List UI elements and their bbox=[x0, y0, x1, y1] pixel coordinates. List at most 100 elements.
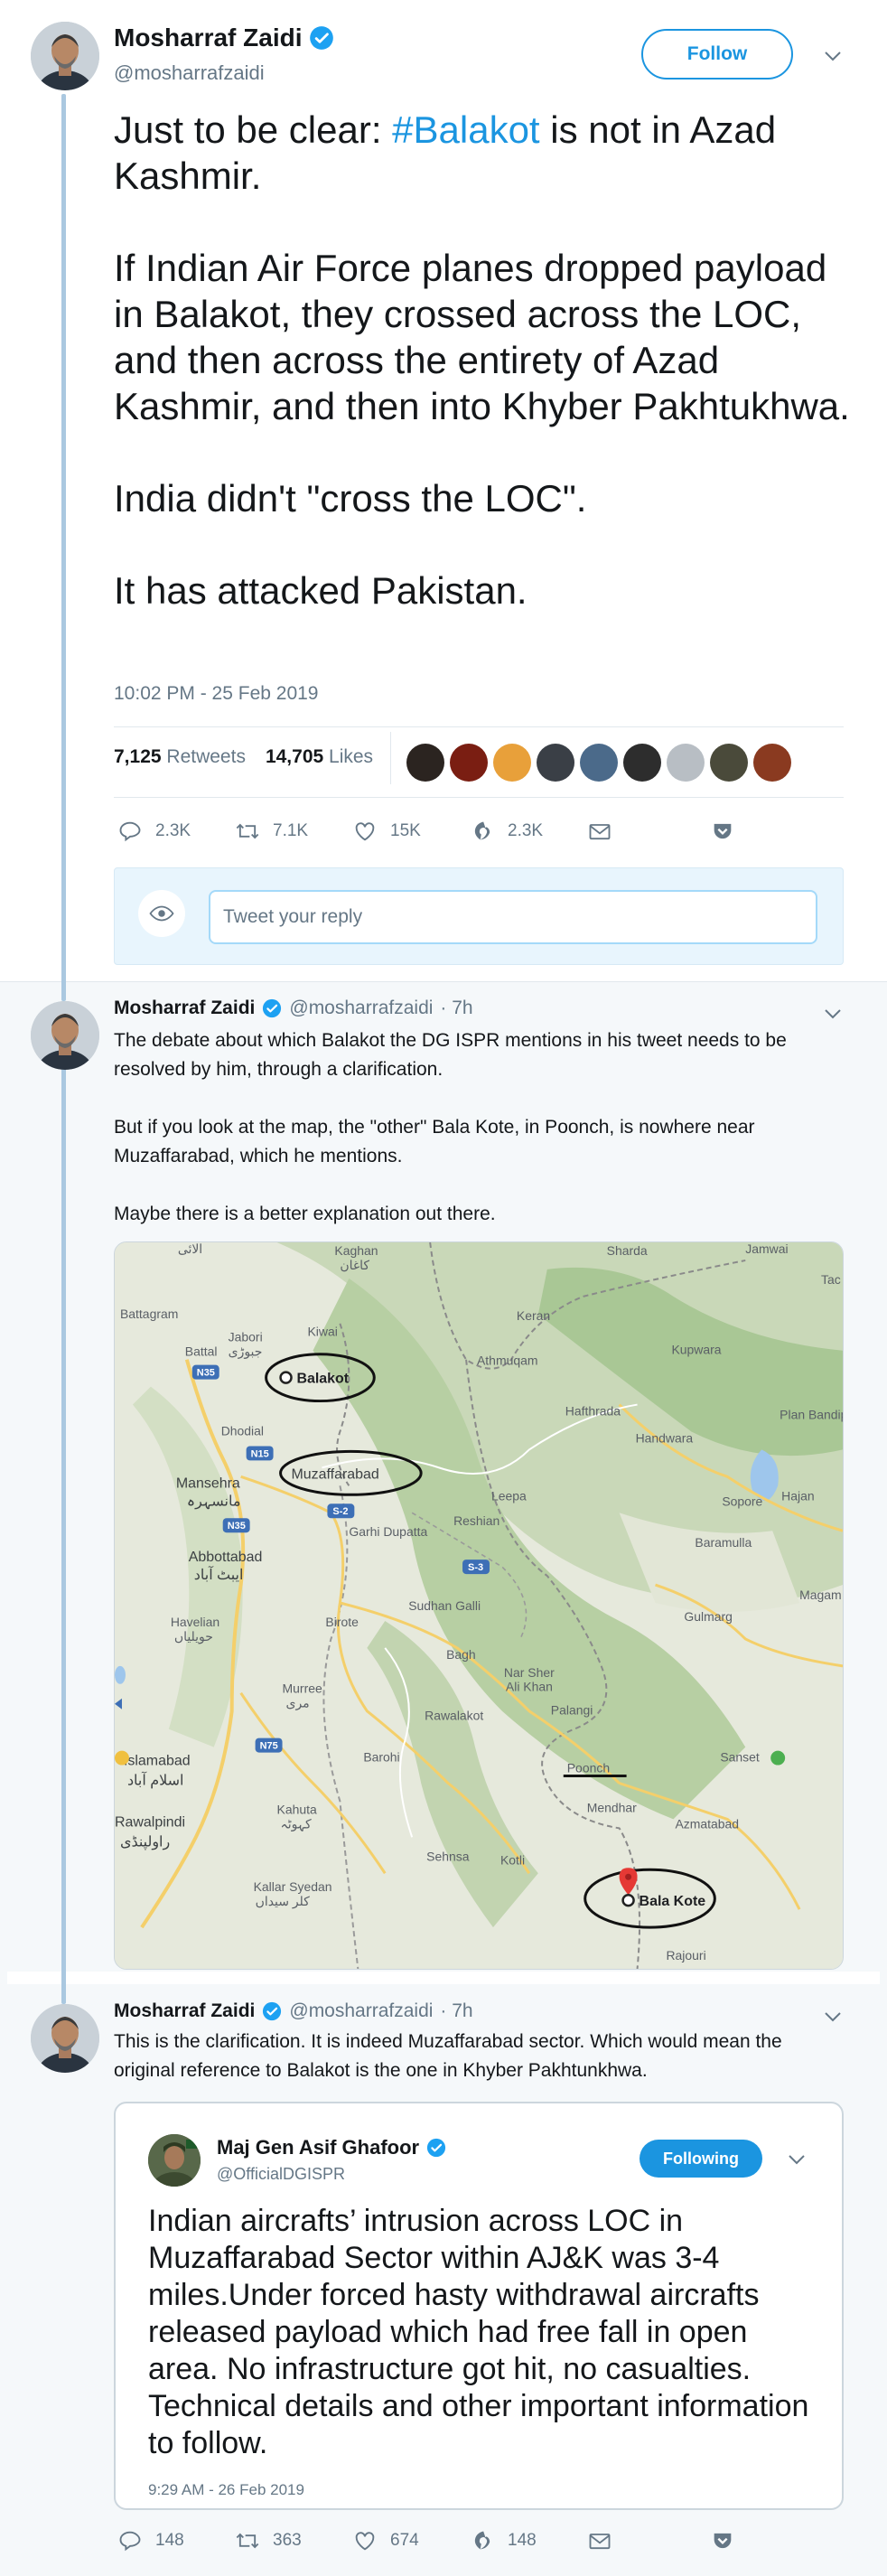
n35-shield: N35 bbox=[197, 1368, 215, 1379]
hashtag-link[interactable]: #Balakot bbox=[392, 108, 539, 151]
pocket-icon bbox=[710, 2528, 735, 2553]
n15-shield: N15 bbox=[251, 1448, 269, 1459]
moment-count: 2.3K bbox=[508, 821, 544, 840]
pocket-action[interactable] bbox=[710, 819, 735, 844]
balakot-label: Balakot bbox=[297, 1372, 350, 1387]
retweet-action[interactable]: 363 bbox=[235, 2528, 352, 2553]
quoted-author-name: Maj Gen Asif Ghafoor bbox=[217, 2136, 446, 2159]
liker-avatar[interactable] bbox=[450, 744, 488, 782]
like-action[interactable]: 674 bbox=[352, 2528, 470, 2553]
like-action[interactable]: 15K bbox=[352, 819, 470, 844]
verified-icon bbox=[262, 998, 282, 1018]
eye-icon bbox=[149, 905, 174, 922]
map-label: ایبٹ آباد bbox=[194, 1565, 244, 1583]
thread-line bbox=[61, 1064, 66, 2004]
chevron-down-icon[interactable] bbox=[822, 45, 844, 67]
map-label: Baramulla bbox=[695, 1535, 752, 1550]
retweets-stat[interactable]: 7,125 Retweets bbox=[114, 746, 246, 768]
follow-button[interactable]: Follow bbox=[641, 29, 793, 80]
heart-icon bbox=[352, 819, 378, 844]
map-label: Sudhan Galli bbox=[408, 1598, 481, 1613]
map-image[interactable]: N35 N15 N35 S-2 S-3 N75 الائی Kaghan کاغ… bbox=[114, 1241, 844, 1970]
chevron-down-icon[interactable] bbox=[822, 1003, 844, 1025]
map-label: Kupwara bbox=[671, 1343, 721, 1357]
map-label: Islamabad bbox=[124, 1754, 191, 1769]
liker-avatar[interactable] bbox=[623, 744, 661, 782]
thread-separator bbox=[7, 1972, 880, 1984]
moment-action[interactable]: 2.3K bbox=[470, 819, 587, 844]
map-label: Palangi bbox=[551, 1703, 593, 1718]
reply-action[interactable]: 148 bbox=[117, 2528, 235, 2553]
envelope-icon bbox=[587, 819, 612, 844]
map-label: Battagram bbox=[120, 1307, 178, 1321]
like-count: 15K bbox=[390, 821, 421, 840]
quoted-author-name-text: Maj Gen Asif Ghafoor bbox=[217, 2136, 420, 2159]
retweet-action[interactable]: 7.1K bbox=[235, 819, 352, 844]
likes-stat[interactable]: 14,705 Likes bbox=[266, 746, 373, 768]
map-label: Poonch bbox=[567, 1761, 610, 1775]
chevron-down-icon[interactable] bbox=[786, 2149, 808, 2170]
author-name[interactable]: Mosharraf Zaidi bbox=[114, 2000, 255, 2022]
user-avatar bbox=[138, 890, 185, 937]
verified-icon bbox=[426, 2138, 446, 2158]
map-label: Battal bbox=[185, 1344, 218, 1359]
map-label: Birote bbox=[325, 1615, 359, 1629]
liker-avatar[interactable] bbox=[537, 744, 574, 782]
chevron-down-icon[interactable] bbox=[822, 2006, 844, 2028]
likes-label: Likes bbox=[329, 746, 374, 767]
liker-avatar[interactable] bbox=[667, 744, 705, 782]
map-label: Keran bbox=[517, 1308, 550, 1323]
tweet-text: The debate about which Balakot the DG IS… bbox=[114, 1026, 836, 1229]
moment-icon bbox=[470, 819, 495, 844]
author-handle[interactable]: @mosharrafzaidi bbox=[114, 61, 265, 85]
tweet-header: Mosharraf Zaidi @mosharrafzaidi · 7h bbox=[114, 2000, 473, 2022]
dm-action[interactable] bbox=[587, 819, 710, 844]
author-name-text: Mosharraf Zaidi bbox=[114, 23, 303, 52]
retweet-icon bbox=[235, 819, 260, 844]
author-avatar[interactable] bbox=[31, 22, 99, 90]
liker-avatar[interactable] bbox=[493, 744, 531, 782]
tweet-time[interactable]: · 7h bbox=[440, 998, 472, 1019]
map-label: Kiwai bbox=[307, 1325, 337, 1339]
moment-action[interactable]: 148 bbox=[470, 2528, 587, 2553]
following-button[interactable]: Following bbox=[640, 2140, 762, 2178]
author-handle[interactable]: @mosharrafzaidi bbox=[289, 2000, 433, 2022]
divider bbox=[114, 726, 844, 727]
map-label: Sehnsa bbox=[426, 1849, 470, 1863]
liker-avatar[interactable] bbox=[580, 744, 618, 782]
liker-avatar[interactable] bbox=[753, 744, 791, 782]
n35-shield: N35 bbox=[228, 1521, 246, 1532]
map-label: کہوٹہ bbox=[281, 1816, 312, 1831]
liker-avatar[interactable] bbox=[710, 744, 748, 782]
map-label: اسلام آباد bbox=[127, 1771, 183, 1789]
tweet-text: Just to be clear: #Balakot is not in Aza… bbox=[114, 107, 854, 614]
dm-action[interactable] bbox=[587, 2528, 710, 2553]
author-avatar[interactable] bbox=[31, 2004, 99, 2073]
author-name[interactable]: Mosharraf Zaidi bbox=[114, 23, 334, 52]
map-label: Sharda bbox=[607, 1243, 648, 1258]
thread-top-divider bbox=[0, 981, 887, 982]
tweet-time[interactable]: · 7h bbox=[440, 2000, 472, 2022]
tweet-timestamp[interactable]: 10:02 PM - 25 Feb 2019 bbox=[114, 683, 318, 705]
pocket-action[interactable] bbox=[710, 2528, 735, 2553]
map-label: Sanset bbox=[720, 1750, 760, 1765]
author-avatar[interactable] bbox=[31, 1001, 99, 1070]
author-name[interactable]: Mosharraf Zaidi bbox=[114, 998, 255, 1019]
reply-action[interactable]: 2.3K bbox=[117, 819, 235, 844]
map-label: Kotli bbox=[500, 1852, 525, 1867]
map-label: Jabori bbox=[229, 1330, 263, 1344]
map-label: Havelian bbox=[171, 1615, 219, 1629]
reply-composer: Tweet your reply bbox=[114, 867, 844, 965]
bala-kote-dot bbox=[621, 1893, 635, 1907]
map-label: Abbottabad bbox=[189, 1550, 263, 1565]
map-label: Handwara bbox=[636, 1430, 694, 1445]
moment-icon bbox=[470, 2528, 495, 2553]
map-label: Hafthrada bbox=[565, 1404, 621, 1419]
liker-avatar[interactable] bbox=[406, 744, 444, 782]
map-label: Mansehra bbox=[176, 1475, 240, 1491]
reply-input[interactable]: Tweet your reply bbox=[209, 890, 817, 944]
quoted-tweet-text: Indian aircrafts’ intrusion across LOC i… bbox=[148, 2204, 809, 2460]
author-handle[interactable]: @mosharrafzaidi bbox=[289, 998, 433, 1019]
s3-shield: S-3 bbox=[468, 1562, 483, 1573]
quoted-tweet[interactable]: Maj Gen Asif Ghafoor @OfficialDGISPR Fol… bbox=[114, 2102, 844, 2510]
